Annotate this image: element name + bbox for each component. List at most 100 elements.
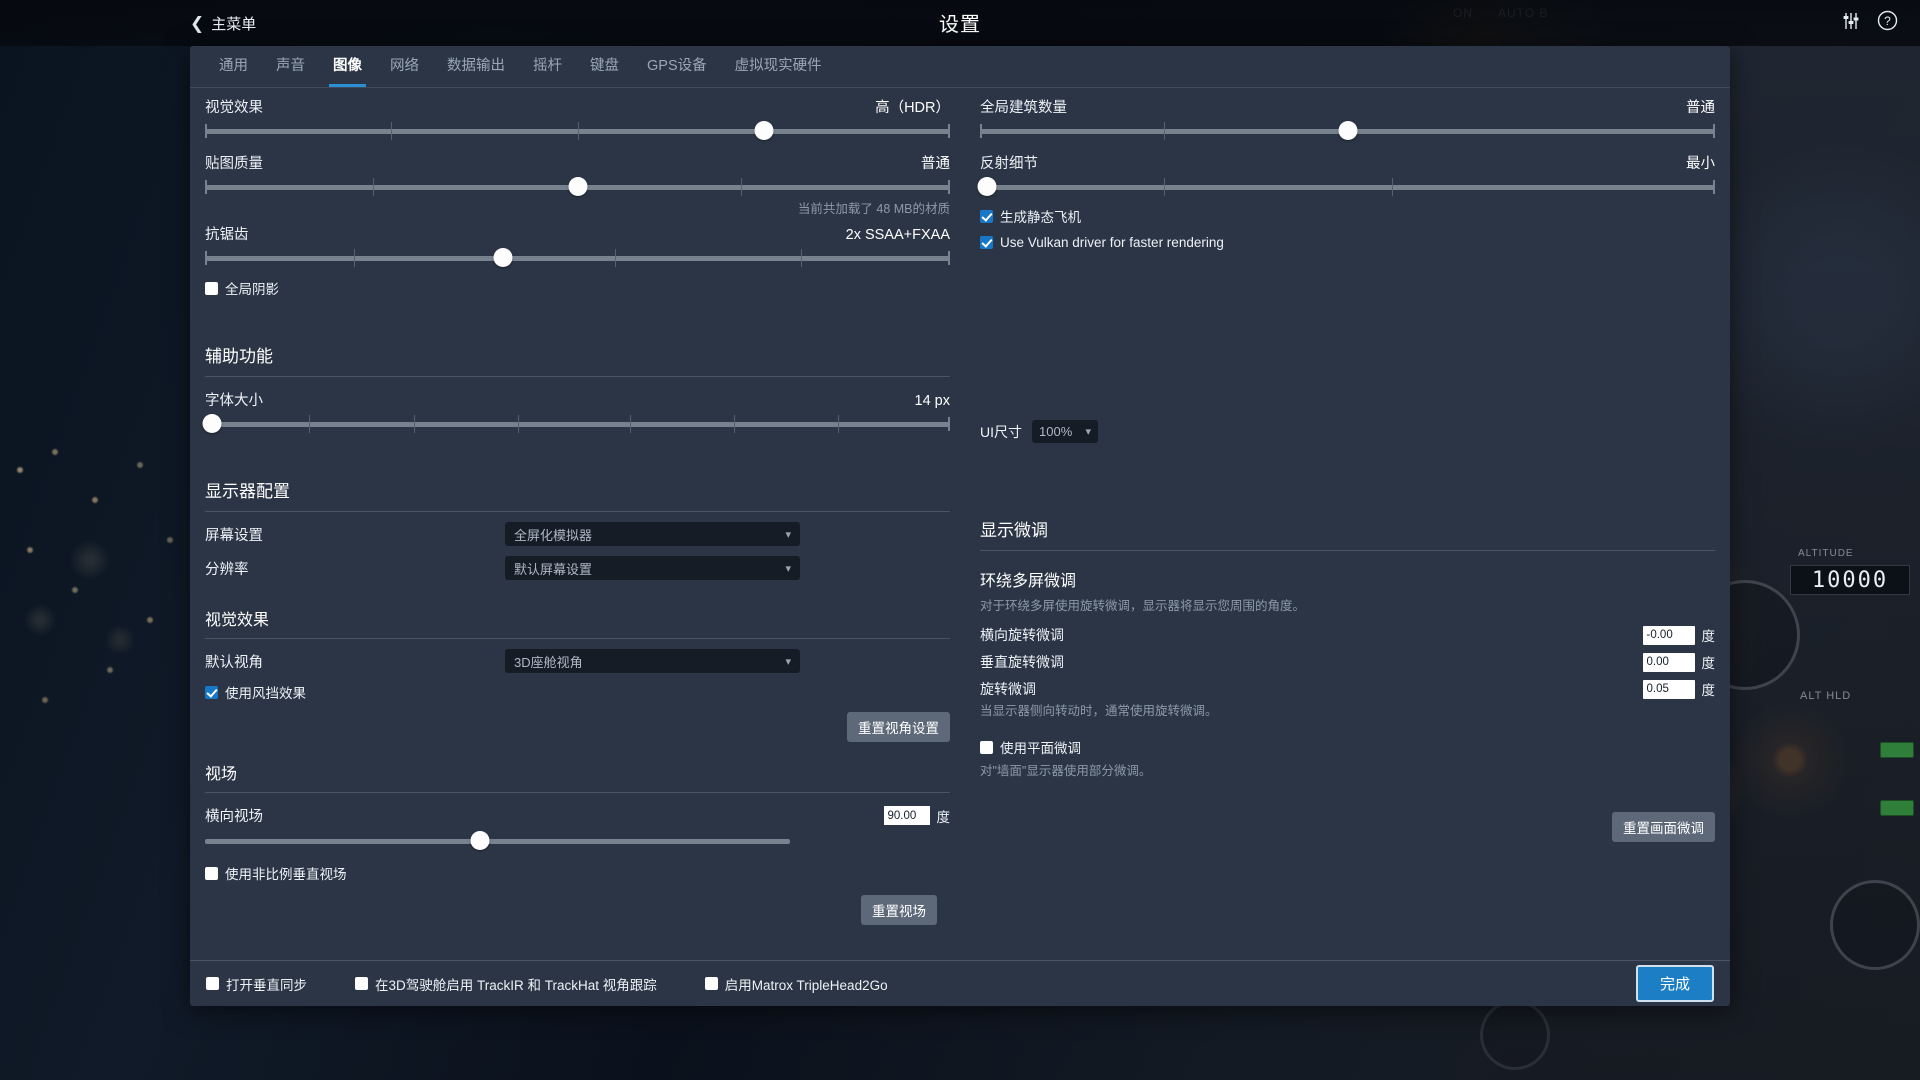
- checkbox-box[interactable]: [205, 685, 218, 699]
- checkbox-global-shadows[interactable]: 全局阴影: [205, 278, 950, 298]
- default-view-label: 默认视角: [205, 654, 263, 671]
- tab-general[interactable]: 通用: [205, 46, 262, 87]
- checkbox-windshield-effects[interactable]: 使用风挡效果: [205, 682, 950, 702]
- tab-data-output[interactable]: 数据输出: [433, 46, 519, 87]
- slider-tick: [372, 178, 374, 196]
- resolution-value: 默认屏幕设置: [514, 561, 593, 577]
- done-button[interactable]: 完成: [1635, 965, 1714, 1002]
- horizontal-fov-label: 横向视场: [205, 809, 263, 825]
- vertical-rotation-unit: 度: [1701, 656, 1716, 671]
- section-accessibility: 辅助功能: [205, 342, 950, 377]
- checkbox-box[interactable]: [206, 977, 219, 990]
- chevron-down-icon: ▾: [785, 528, 791, 541]
- field-horizontal-rotation: 横向旋转微调 度: [980, 625, 1715, 645]
- tab-graphics[interactable]: 图像: [319, 46, 376, 87]
- right-column: 全局建筑数量 普通 反射细节 最小 生成静态飞机 Use Vulkan driv…: [977, 88, 1716, 842]
- cockpit-gauge: [1830, 880, 1920, 970]
- help-circle-icon[interactable]: ?: [1877, 10, 1898, 31]
- setting-visual-effects: 视觉效果 高（HDR）: [205, 96, 950, 140]
- visual-effects-slider-knob[interactable]: [754, 121, 774, 140]
- altitude-readout: 10000: [1790, 565, 1910, 595]
- building-count-label: 全局建筑数量: [980, 100, 1067, 116]
- building-count-slider[interactable]: [980, 121, 1715, 140]
- checkbox-vsync[interactable]: 打开垂直同步: [206, 974, 307, 994]
- reflection-detail-slider-knob[interactable]: [977, 177, 997, 196]
- tab-vr-hardware[interactable]: 虚拟现实硬件: [721, 46, 836, 87]
- field-roll-rotation: 旋转微调 度: [980, 679, 1715, 699]
- horizontal-rotation-input[interactable]: [1642, 625, 1695, 645]
- sliders-icon[interactable]: [1841, 11, 1861, 31]
- divider: [205, 511, 950, 512]
- reflection-detail-slider[interactable]: [977, 177, 1715, 196]
- roll-rotation-unit: 度: [1701, 683, 1716, 698]
- checkbox-box[interactable]: [980, 236, 993, 249]
- reset-fov-button[interactable]: 重置视场: [861, 895, 937, 925]
- font-size-slider[interactable]: [202, 414, 950, 433]
- divider: [205, 792, 950, 793]
- reset-view-button[interactable]: 重置视角设置: [847, 712, 950, 742]
- settings-dialog: 通用 声音 图像 网络 数据输出 摇杆 键盘 GPS设备 虚拟现实硬件 视觉效果…: [190, 46, 1730, 1006]
- anti-aliasing-slider-knob[interactable]: [493, 248, 513, 267]
- default-view-dropdown[interactable]: 3D座舱视角 ▾: [505, 649, 800, 673]
- chevron-down-icon: ▾: [785, 562, 791, 575]
- checkbox-vulkan-driver[interactable]: Use Vulkan driver for faster rendering: [980, 235, 1715, 250]
- slider-tick: [741, 178, 743, 196]
- tab-network[interactable]: 网络: [376, 46, 433, 87]
- font-size-label: 字体大小: [205, 393, 263, 409]
- settings-tabs: 通用 声音 图像 网络 数据输出 摇杆 键盘 GPS设备 虚拟现实硬件: [190, 46, 1730, 88]
- checkbox-box[interactable]: [205, 281, 218, 295]
- global-shadows-label: 全局阴影: [225, 282, 279, 297]
- roll-rotation-input[interactable]: [1642, 679, 1695, 699]
- top-bar: ❮ 主菜单 设置 ?: [0, 0, 1920, 46]
- accessibility-title: 辅助功能: [205, 347, 273, 366]
- flat-tuning-label: 使用平面微调: [1000, 741, 1081, 756]
- horizontal-fov-slider[interactable]: [205, 831, 790, 850]
- checkbox-non-proportional-fov[interactable]: 使用非比例垂直视场: [205, 863, 950, 883]
- settings-content: 视觉效果 高（HDR） 贴图质量 普通 当前共加载了 48 MB的材质 抗锯齿 …: [190, 88, 1730, 1006]
- checkbox-trackir[interactable]: 在3D驾驶舱启用 TrackIR 和 TrackHat 视角跟踪: [355, 974, 657, 994]
- vertical-rotation-input[interactable]: [1642, 652, 1695, 672]
- checkbox-box[interactable]: [355, 977, 368, 990]
- horizontal-fov-input[interactable]: [883, 806, 930, 825]
- screen-setting-dropdown[interactable]: 全屏化模拟器 ▾: [505, 522, 800, 546]
- checkbox-box[interactable]: [980, 209, 993, 223]
- anti-aliasing-slider[interactable]: [205, 248, 950, 267]
- slider-endcap: [980, 124, 982, 138]
- font-size-value: 14 px: [914, 393, 950, 409]
- checkbox-box[interactable]: [205, 866, 218, 880]
- visual-effects-slider[interactable]: [205, 121, 950, 140]
- building-count-slider-knob[interactable]: [1338, 121, 1357, 140]
- surround-description: 对于环绕多屏使用旋转微调，显示器将显示您周围的角度。: [980, 599, 1306, 613]
- slider-track: [980, 185, 1715, 190]
- setting-anti-aliasing: 抗锯齿 2x SSAA+FXAA: [205, 223, 950, 267]
- slider-tick: [1391, 178, 1393, 196]
- default-view-value: 3D座舱视角: [514, 654, 583, 670]
- checkbox-static-aircraft[interactable]: 生成静态飞机: [980, 206, 1715, 226]
- ui-scale-value: 100%: [1039, 424, 1073, 439]
- tab-sound[interactable]: 声音: [262, 46, 319, 87]
- checkbox-matrox[interactable]: 启用Matrox TripleHead2Go: [704, 974, 888, 994]
- tab-gps-devices[interactable]: GPS设备: [633, 46, 721, 87]
- texture-quality-slider-knob[interactable]: [568, 177, 587, 196]
- setting-building-count: 全局建筑数量 普通: [980, 96, 1715, 140]
- checkbox-box[interactable]: [980, 740, 993, 754]
- ui-scale-label: UI尺寸: [980, 423, 1022, 440]
- slider-tick: [1163, 178, 1165, 196]
- reset-display-tuning-button[interactable]: 重置画面微调: [1612, 812, 1715, 842]
- resolution-dropdown[interactable]: 默认屏幕设置 ▾: [505, 556, 800, 580]
- altitude-label: ALTITUDE: [1798, 548, 1854, 559]
- tab-joystick[interactable]: 摇杆: [519, 46, 576, 87]
- font-size-slider-knob[interactable]: [202, 414, 222, 433]
- left-column: 视觉效果 高（HDR） 贴图质量 普通 当前共加载了 48 MB的材质 抗锯齿 …: [202, 88, 950, 925]
- setting-screen-setting: 屏幕设置 全屏化模拟器 ▾: [205, 522, 950, 546]
- section-display-config: 显示器配置: [205, 477, 950, 512]
- checkbox-box[interactable]: [704, 977, 718, 990]
- building-count-value: 普通: [1686, 100, 1715, 116]
- ui-scale-dropdown[interactable]: 100% ▾: [1032, 420, 1098, 443]
- texture-quality-slider[interactable]: [205, 177, 950, 196]
- horizontal-fov-slider-knob[interactable]: [470, 831, 490, 850]
- anti-aliasing-value: 2x SSAA+FXAA: [845, 227, 950, 243]
- setting-font-size: 字体大小 14 px: [202, 389, 950, 433]
- checkbox-flat-tuning[interactable]: 使用平面微调: [980, 737, 1715, 757]
- tab-keyboard[interactable]: 键盘: [576, 46, 633, 87]
